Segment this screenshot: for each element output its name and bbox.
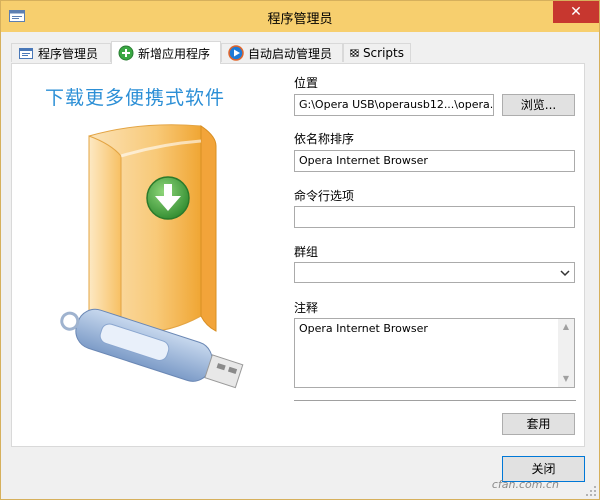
watermark-text: cfan.com.cn [491, 478, 559, 491]
play-icon [228, 45, 244, 61]
close-window-button[interactable]: ✕ [553, 1, 599, 23]
group-select[interactable] [294, 262, 575, 283]
tab-label: 新增应用程序 [138, 46, 211, 61]
command-line-label: 命令行选项 [294, 189, 355, 203]
location-field[interactable]: G:\Opera USB\operausb12...\opera.exe [294, 94, 494, 116]
group-label: 群组 [294, 245, 319, 259]
tab-autostart-manager[interactable]: 自动启动管理员 [221, 43, 343, 62]
scroll-up-icon[interactable]: ▲ [558, 319, 574, 335]
tab-scripts[interactable]: Scripts [343, 43, 411, 62]
sort-name-label: 依名称排序 [294, 132, 355, 146]
promo-download-link[interactable]: 下载更多便携式软件 [45, 83, 225, 110]
checkered-flag-icon [350, 49, 359, 57]
window-title: 程序管理员 [267, 12, 333, 27]
tab-program-manager[interactable]: 程序管理员 [11, 43, 111, 62]
add-circle-icon [118, 45, 134, 61]
close-icon: ✕ [570, 4, 582, 20]
command-line-field[interactable] [294, 206, 575, 228]
sort-name-field[interactable]: Opera Internet Browser [294, 150, 575, 172]
tab-label: Scripts [362, 46, 404, 60]
apply-button[interactable]: 套用 [502, 413, 575, 435]
scroll-down-icon[interactable]: ▼ [558, 371, 574, 387]
app-window: 程序管理员 ✕ 程序管理员 新增应用程序 自动启动管理员 Scripts 下载更… [0, 0, 600, 500]
tab-label: 自动启动管理员 [248, 46, 333, 61]
window-app-icon [19, 48, 33, 59]
portable-software-illustration [60, 124, 244, 389]
title-bar[interactable]: 程序管理员 ✕ [1, 1, 599, 32]
tab-label: 程序管理员 [38, 46, 99, 61]
comment-text: Opera Internet Browser [299, 322, 428, 335]
comment-scrollbar[interactable]: ▲ ▼ [558, 319, 574, 387]
location-label: 位置 [294, 76, 319, 90]
resize-grip-icon[interactable] [585, 485, 597, 497]
chevron-down-icon [560, 270, 570, 277]
comment-label: 注释 [294, 301, 319, 315]
tab-add-application[interactable]: 新增应用程序 [111, 41, 221, 64]
form-divider [294, 400, 576, 402]
comment-textarea[interactable]: Opera Internet Browser ▲ ▼ [294, 318, 575, 388]
browse-button[interactable]: 浏览... [502, 94, 575, 116]
